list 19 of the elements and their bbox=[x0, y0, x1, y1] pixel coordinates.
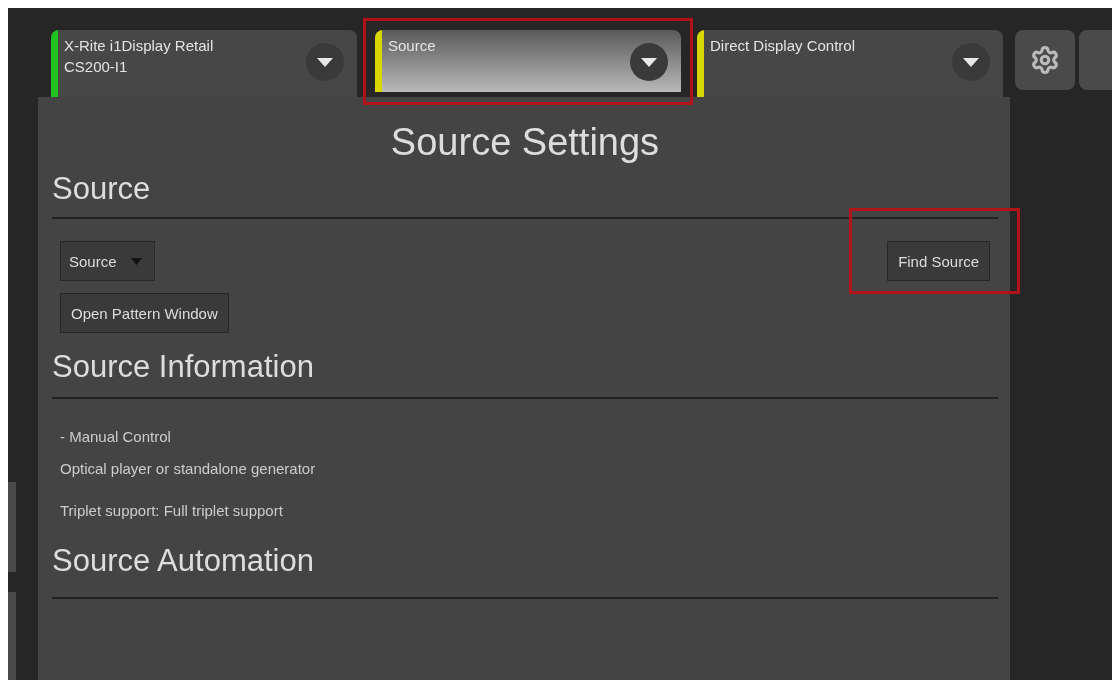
tab[interactable]: Source bbox=[375, 30, 681, 92]
info-text: - Manual Control bbox=[59, 427, 172, 447]
caret-icon[interactable] bbox=[951, 42, 991, 82]
section-heading: Source Automation bbox=[52, 542, 315, 580]
source-dropdown[interactable]: Source bbox=[60, 241, 155, 281]
settings-icon bbox=[1030, 45, 1060, 75]
find-source-button[interactable]: Find Source bbox=[887, 241, 990, 281]
section-heading: Source Information bbox=[52, 348, 315, 386]
open-pattern-window-button[interactable]: Open Pattern Window bbox=[60, 293, 229, 333]
section-heading: Source bbox=[52, 170, 152, 208]
caret-icon bbox=[130, 257, 142, 265]
caret-icon[interactable] bbox=[305, 42, 345, 82]
panel-title: Source Settings bbox=[389, 120, 661, 165]
settings-button[interactable] bbox=[1015, 30, 1075, 90]
info-text: Triplet support: Full triplet support bbox=[59, 501, 284, 521]
tab[interactable]: X-Rite i1Display Retail CS200-I1 bbox=[51, 30, 357, 97]
caret-icon[interactable] bbox=[629, 42, 669, 82]
tab[interactable]: Direct Display Control bbox=[697, 30, 1003, 97]
info-text: Optical player or standalone generator bbox=[59, 459, 317, 479]
